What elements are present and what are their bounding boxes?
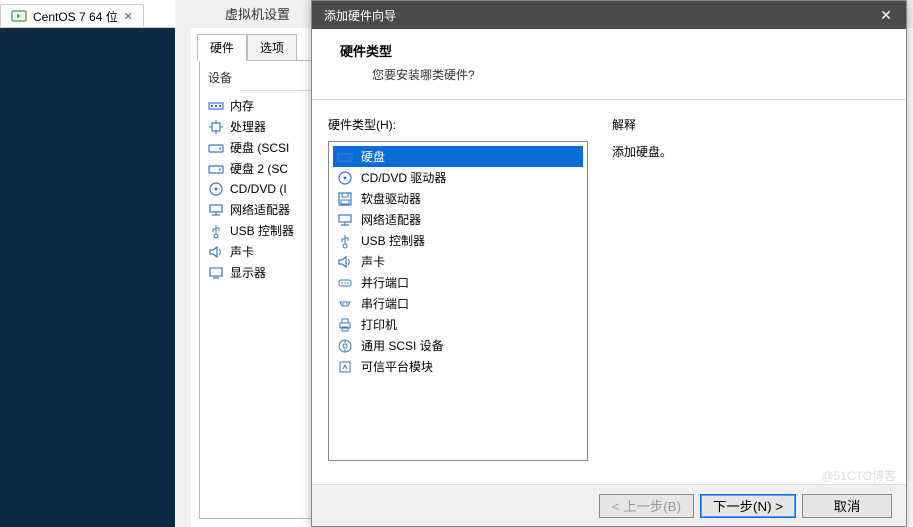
back-button: < 上一步(B) [599, 494, 694, 518]
wizard-header: 硬件类型 您要安装哪类硬件? [312, 29, 906, 100]
device-label: 硬盘 2 (SC [230, 160, 288, 177]
hardware-option-label: 网络适配器 [361, 211, 421, 228]
net-icon [337, 212, 353, 228]
wizard-titlebar: 添加硬件向导 ✕ [312, 1, 906, 29]
device-label: USB 控制器 [230, 222, 294, 239]
disk-icon [208, 140, 224, 156]
device-label: 处理器 [230, 118, 266, 135]
cd-icon [208, 181, 224, 197]
net-icon [208, 202, 224, 218]
hardware-option[interactable]: 软盘驱动器 [333, 188, 583, 209]
description-text: 添加硬盘。 [612, 143, 672, 160]
hardware-option-label: 打印机 [361, 316, 397, 333]
hardware-option[interactable]: 声卡 [333, 251, 583, 272]
wizard-title: 添加硬件向导 [324, 7, 396, 24]
hardware-option-label: 硬盘 [361, 148, 385, 165]
hardware-type-listbox[interactable]: 硬盘 CD/DVD 驱动器软盘驱动器网络适配器 USB 控制器声卡并行端口串行端口打… [328, 141, 588, 461]
parallel-icon [337, 275, 353, 291]
device-label: 显示器 [230, 264, 266, 281]
hardware-type-label: 硬件类型(H): [328, 116, 588, 133]
add-hardware-wizard: 添加硬件向导 ✕ 硬件类型 您要安装哪类硬件? 硬件类型(H): 硬盘 CD/DV… [311, 0, 907, 527]
hardware-option-label: 并行端口 [361, 274, 409, 291]
next-button[interactable]: 下一步(N) > [700, 494, 796, 518]
tab-options[interactable]: 选项 [247, 34, 297, 61]
hardware-type-column: 硬件类型(H): 硬盘 CD/DVD 驱动器软盘驱动器网络适配器 USB 控制器声卡… [328, 116, 588, 484]
cpu-icon [208, 119, 224, 135]
hardware-option[interactable]: 通用 SCSI 设备 [333, 335, 583, 356]
tab-hardware[interactable]: 硬件 [197, 34, 247, 61]
serial-icon [337, 296, 353, 312]
cd-icon [337, 170, 353, 186]
memory-icon [208, 98, 224, 114]
usb-icon [337, 233, 353, 249]
hardware-option-label: 串行端口 [361, 295, 409, 312]
hardware-option[interactable]: 可信平台模块 [333, 356, 583, 377]
vm-icon [11, 8, 27, 24]
hardware-option-label: 软盘驱动器 [361, 190, 421, 207]
hardware-option[interactable]: CD/DVD 驱动器 [333, 167, 583, 188]
hardware-option-label: USB 控制器 [361, 232, 425, 249]
tpm-icon [337, 359, 353, 375]
vm-console-area [0, 28, 175, 527]
description-label: 解释 [612, 116, 672, 133]
printer-icon [337, 317, 353, 333]
hardware-option[interactable]: 网络适配器 [333, 209, 583, 230]
disk-icon [208, 161, 224, 177]
display-icon [208, 265, 224, 281]
close-button[interactable]: ✕ [866, 1, 906, 29]
vm-tab-bar: CentOS 7 64 位 ✕ [0, 0, 175, 28]
device-label: 网络适配器 [230, 201, 290, 218]
device-label: 内存 [230, 97, 254, 114]
sound-icon [208, 244, 224, 260]
hardware-option[interactable]: 打印机 [333, 314, 583, 335]
wizard-footer: < 上一步(B) 下一步(N) > 取消 [312, 484, 906, 526]
hardware-option[interactable]: 串行端口 [333, 293, 583, 314]
vm-tab-label: CentOS 7 64 位 [33, 8, 118, 25]
hardware-option-label: CD/DVD 驱动器 [361, 169, 446, 186]
hardware-option-label: 声卡 [361, 253, 385, 270]
usb-icon [208, 223, 224, 239]
cancel-button[interactable]: 取消 [802, 494, 892, 518]
hardware-option-label: 可信平台模块 [361, 358, 433, 375]
floppy-icon [337, 191, 353, 207]
device-label: 硬盘 (SCSI [230, 139, 289, 156]
device-label: CD/DVD (I [230, 182, 287, 196]
close-tab-icon[interactable]: ✕ [124, 10, 133, 23]
wizard-body: 硬件类型(H): 硬盘 CD/DVD 驱动器软盘驱动器网络适配器 USB 控制器声卡… [312, 100, 906, 484]
hardware-option-label: 通用 SCSI 设备 [361, 337, 444, 354]
wizard-heading: 硬件类型 [340, 41, 882, 60]
wizard-subheading: 您要安装哪类硬件? [340, 66, 882, 83]
device-label: 声卡 [230, 243, 254, 260]
sound-icon [337, 254, 353, 270]
hardware-option[interactable]: 并行端口 [333, 272, 583, 293]
hardware-option[interactable]: 硬盘 [333, 146, 583, 167]
scsi-icon [337, 338, 353, 354]
disk-icon [337, 149, 353, 165]
description-column: 解释 添加硬盘。 [612, 116, 672, 484]
vm-tab-centos[interactable]: CentOS 7 64 位 ✕ [0, 4, 144, 27]
hardware-option[interactable]: USB 控制器 [333, 230, 583, 251]
